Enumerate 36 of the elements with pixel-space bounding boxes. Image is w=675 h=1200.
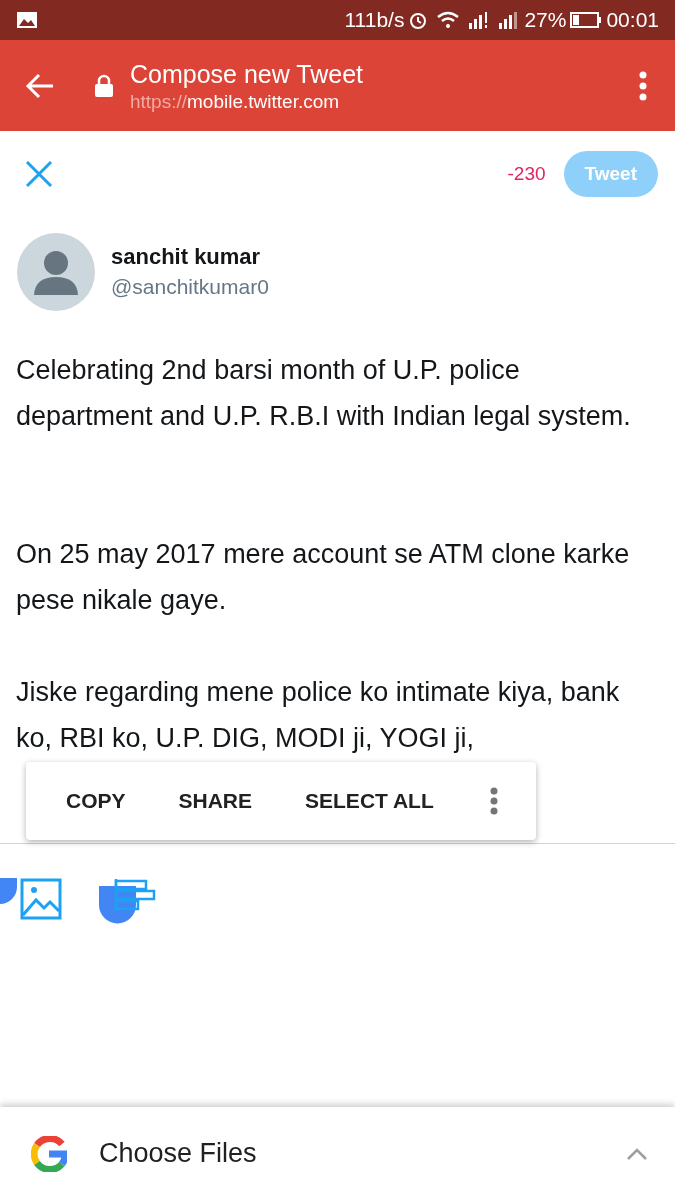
menu-action[interactable]: SELECT ALL — [305, 785, 434, 817]
wifi-icon — [436, 11, 461, 29]
menu-action[interactable]: COPY — [66, 785, 126, 817]
close-button[interactable] — [24, 159, 54, 189]
overflow-menu-button[interactable] — [639, 70, 647, 101]
choose-files-label: Choose Files — [99, 1137, 257, 1171]
add-photo-button[interactable] — [20, 878, 62, 920]
page-url: https://mobile.twitter.com — [130, 89, 341, 114]
battery-percent: 27% — [524, 7, 567, 34]
battery-icon — [570, 11, 603, 29]
tweet-paragraph: Jiske regarding mene police ko intimate kiya, bank ko, RBI ko, U.P. DIG, MODI ji, YOGI ji, — [16, 676, 621, 755]
page-title: Compose new Tweet — [130, 58, 363, 90]
image-icon — [16, 11, 38, 29]
author-name: sanchit kumar — [111, 243, 262, 271]
chevron-up-icon — [627, 1147, 647, 1160]
author-handle: @sanchitkumar0 — [111, 274, 269, 300]
network-speed: 111b/s — [344, 7, 405, 34]
google-logo-icon — [31, 1135, 67, 1172]
lock-icon — [94, 73, 114, 98]
tweet-paragraph: On 25 may 2017 mere account se ATM clone karke pese nikale gaye. — [16, 538, 631, 617]
selection-handle-icon — [0, 878, 17, 904]
poll-button[interactable] — [114, 878, 156, 912]
back-arrow-icon — [25, 72, 55, 99]
character-counter: -230 — [507, 161, 546, 186]
more-vertical-icon — [490, 787, 498, 815]
image-icon — [20, 878, 62, 920]
close-icon — [24, 159, 54, 189]
alarm-icon — [408, 10, 429, 30]
tweet-button: Tweet — [563, 151, 658, 197]
clock: 00:01 — [606, 7, 659, 34]
more-vertical-icon — [639, 70, 647, 101]
menu-action[interactable]: SHARE — [178, 785, 253, 817]
file-chooser-sheet[interactable]: Choose Files — [0, 1107, 675, 1200]
tweet-paragraph: Celebrating 2nd barsi month of U.P. police department and U.P. R.B.I with Indian legal system. — [16, 354, 632, 433]
more-options-button[interactable] — [490, 787, 498, 815]
poll-icon — [114, 878, 156, 912]
